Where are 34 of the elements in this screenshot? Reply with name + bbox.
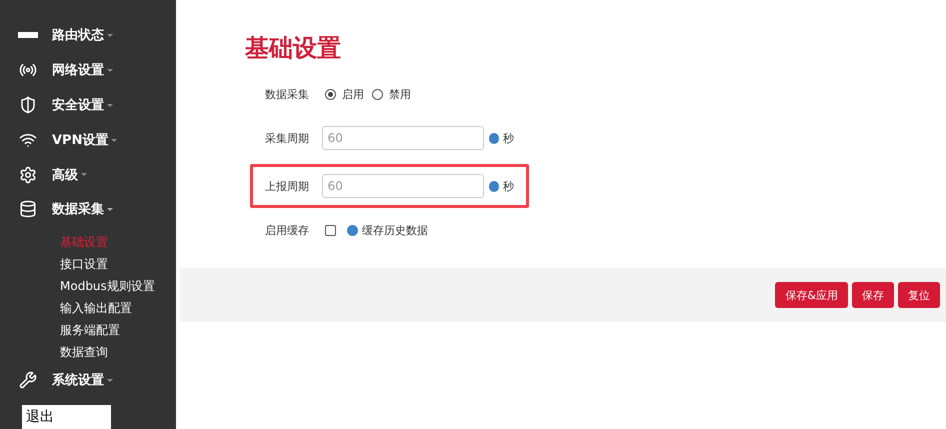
nav-subitem[interactable]: 数据查询 <box>0 340 108 363</box>
nav-item[interactable]: 路由状态 <box>52 26 113 44</box>
nav-subitem[interactable]: 服务端配置 <box>0 318 120 341</box>
nav-subitem[interactable]: 输入输出配置 <box>0 296 132 319</box>
nav-item[interactable]: 网络设置 <box>52 61 113 80</box>
action-button[interactable]: 复位 <box>898 282 940 308</box>
nav-item[interactable]: 系统设置 <box>52 371 113 390</box>
action-button[interactable]: 保存 <box>852 282 894 308</box>
nav-item[interactable]: 安全设置 <box>52 96 113 114</box>
database-icon <box>19 200 37 218</box>
wrench-icon <box>19 371 37 390</box>
field-label: 采集周期 <box>265 130 310 146</box>
logout-button[interactable]: 退出 <box>22 405 111 429</box>
nav-item[interactable]: 数据采集 <box>52 200 113 218</box>
shield-icon <box>19 96 37 114</box>
field-label: 数据采集 <box>265 86 310 102</box>
router-icon <box>18 32 38 38</box>
radio-button[interactable] <box>325 88 336 100</box>
nav-item[interactable]: VPN设置 <box>52 130 118 149</box>
page-title: 基础设置 <box>245 33 341 64</box>
gear-icon <box>19 166 37 184</box>
field-label: 启用缓存 <box>265 222 310 238</box>
field-label: 上报周期 <box>265 178 310 194</box>
nav-item[interactable]: 高级 <box>52 166 87 184</box>
checkbox[interactable] <box>325 224 336 236</box>
radio-button[interactable] <box>372 88 383 100</box>
action-button[interactable]: 保存&应用 <box>775 282 848 308</box>
option-label: 启用 <box>342 86 364 102</box>
unit-label: 秒 <box>503 130 514 146</box>
nav-subitem[interactable]: 接口设置 <box>0 252 108 275</box>
option-label: 禁用 <box>389 86 411 102</box>
nav-subitem[interactable]: Modbus规则设置 <box>0 274 155 297</box>
hint-text: 缓存历史数据 <box>362 222 428 238</box>
unit-label: 秒 <box>503 178 514 194</box>
